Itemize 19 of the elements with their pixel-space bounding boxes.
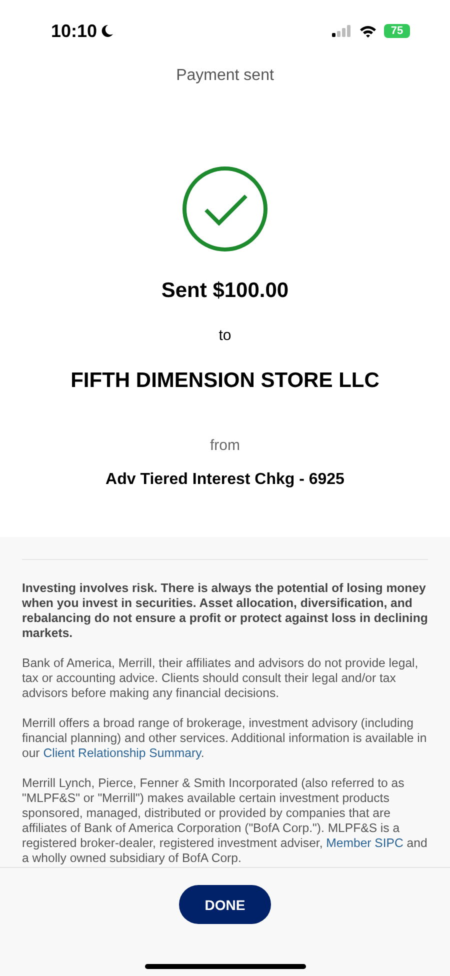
disclosure-text: Merrill offers a broad range of brokerage, investment advisory (including financial planning) and other services. Additional information is available in our Client Relationship Summary. [22,716,428,761]
checkmark-circle-icon [182,166,268,252]
to-label: to [218,327,232,344]
wifi-icon [359,24,377,38]
clock-time: 10:10 [51,20,98,42]
disclosure-text: Merrill Lynch, Pierce, Fenner & Smith Incorporated (also referred to as "MLPF&S" or "Merrill") makes available certain investment products sponsored, managed, distributed or provided by companies that are affiliates of Bank of America Corporation ("BofA Corp."). MLPF&S is a registered broker-dealer, registered investment adviser, Member SIPC and a wholly owned subsidiary of BofA Corp. [22,776,428,866]
page-title: Payment sent [176,67,274,85]
battery-indicator: 75 [384,24,410,38]
payee-name: FIFTH DIMENSION STORE LLC [70,369,380,393]
signal-icon [332,25,352,37]
disclosure-text: Investing involves risk. There is always the potential of losing money when you invest in securities. Asset allocation, diversification, and rebalancing do not ensure a profit or protect against loss in declining markets. [22,581,428,641]
from-label: from [210,437,240,454]
done-button[interactable]: DONE [179,885,271,924]
moon-icon [100,24,114,38]
disclosure-text: Bank of America, Merrill, their affiliates and advisors do not provide legal, tax or accounting advice. Clients should consult their legal and/or tax advisors before making any financial decisions. [22,656,420,701]
account-name: Adv Tiered Interest Chkg - 6925 [106,471,344,489]
amount-sent: Sent $100.00 [161,279,289,303]
disclosure-link[interactable]: Client Relationship Summary [43,746,201,760]
disclosure-link[interactable]: Member SIPC [326,836,404,850]
